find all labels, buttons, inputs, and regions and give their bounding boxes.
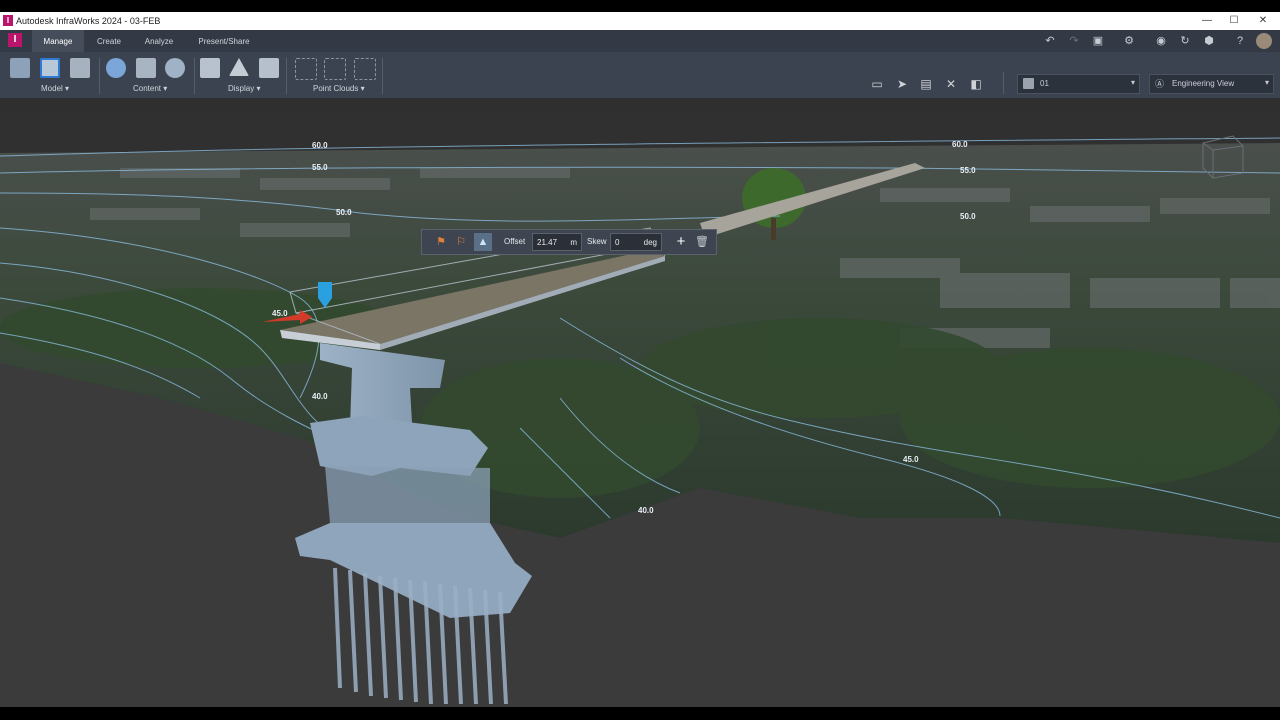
pier-edit-toolbar: ⚑ ⚐ ▲ Offset 21.47 m Skew 0 deg + 🗑 xyxy=(421,229,717,255)
title-bar: I Autodesk InfraWorks 2024 - 03-FEB — ☐ … xyxy=(0,12,1280,30)
view-mode-icon[interactable]: ▭ xyxy=(869,76,885,92)
chevron-down-icon: ▾ xyxy=(1130,78,1135,87)
contour-label: 45.0 xyxy=(272,309,288,318)
3d-viewport[interactable]: 60.0 55.0 50.0 45.0 40.0 60.0 55.0 50.0 … xyxy=(0,98,1280,707)
model-explorer-icon[interactable] xyxy=(10,58,30,78)
tab-analyze[interactable]: Analyze xyxy=(136,30,182,52)
tab-present-share[interactable]: Present/Share xyxy=(192,30,256,52)
legend-icon[interactable] xyxy=(259,58,279,78)
divider xyxy=(194,58,195,94)
letterbox-bottom xyxy=(0,707,1280,720)
skew-label: Skew xyxy=(587,237,607,246)
add-pier-button[interactable]: + xyxy=(672,233,690,251)
ribbon-panel: Model ▾ Content ▾ Display ▾ Point Clouds… xyxy=(0,52,1280,98)
proposal-dropdown-icon xyxy=(1023,78,1034,89)
contour-label: 50.0 xyxy=(336,208,352,217)
cloud-model-icon[interactable]: ⬢ xyxy=(1201,33,1217,49)
proposal-dropdown[interactable]: 01 ▾ xyxy=(1017,74,1140,94)
snap-tools-icon[interactable]: ✕ xyxy=(943,76,959,92)
contour-label: 40.0 xyxy=(638,506,654,515)
globe-icon[interactable]: ◉ xyxy=(1153,33,1169,49)
section-view-icon[interactable]: ◧ xyxy=(968,76,984,92)
divider xyxy=(1003,72,1004,94)
flip-pier-icon[interactable]: ⚐ xyxy=(452,233,470,251)
maximize-button[interactable]: ☐ xyxy=(1224,14,1244,28)
tab-create[interactable]: Create xyxy=(86,30,132,52)
delete-pier-button[interactable]: 🗑 xyxy=(693,233,711,251)
minimize-button[interactable]: — xyxy=(1197,14,1217,28)
view-dropdown[interactable]: Ⓐ Engineering View ▾ xyxy=(1149,74,1274,94)
align-pier-icon[interactable]: ⚑ xyxy=(432,233,450,251)
internet-icon[interactable] xyxy=(165,58,185,78)
group-label-point-clouds[interactable]: Point Clouds ▾ xyxy=(313,84,365,93)
group-label-content[interactable]: Content ▾ xyxy=(133,84,167,93)
user-avatar[interactable] xyxy=(1256,33,1272,49)
scene-render xyxy=(0,98,1280,707)
contour-label: 55.0 xyxy=(960,166,976,175)
help-icon[interactable]: ? xyxy=(1232,33,1248,49)
close-button[interactable]: ✕ xyxy=(1253,14,1273,28)
sync-icon[interactable]: ↻ xyxy=(1177,33,1193,49)
window-title: Autodesk InfraWorks 2024 - 03-FEB xyxy=(16,16,161,26)
ribbon-tab-bar: I Manage Create Analyze Present/Share ↶ … xyxy=(0,30,1280,52)
mirror-pier-icon[interactable]: ▲ xyxy=(474,233,492,251)
screenshot-icon[interactable]: ▣ xyxy=(1090,33,1106,49)
contour-label: 50.0 xyxy=(960,212,976,221)
skew-field[interactable]: 0 deg xyxy=(610,233,662,251)
style-palette-icon[interactable] xyxy=(70,58,90,78)
redo-icon[interactable]: ↷ xyxy=(1066,33,1082,49)
divider xyxy=(382,58,383,94)
point-cloud-icon[interactable] xyxy=(295,58,317,80)
layers-icon[interactable] xyxy=(200,58,220,78)
divider xyxy=(99,58,100,94)
infraworks-logo-icon[interactable]: I xyxy=(8,33,22,47)
data-sources-icon[interactable] xyxy=(106,58,126,78)
contour-label: 60.0 xyxy=(952,140,968,149)
letterbox-top xyxy=(0,0,1280,12)
engineering-view-icon: Ⓐ xyxy=(1155,79,1165,89)
terrain-icon[interactable] xyxy=(229,58,249,76)
group-label-model[interactable]: Model ▾ xyxy=(41,84,69,93)
tab-manage[interactable]: Manage xyxy=(32,30,84,52)
settings-gear-icon[interactable]: ⚙ xyxy=(1121,33,1137,49)
chevron-down-icon: ▾ xyxy=(1264,78,1269,87)
city-icon[interactable] xyxy=(136,58,156,78)
offset-label: Offset xyxy=(504,237,526,246)
proposal-icon[interactable] xyxy=(40,58,60,78)
select-pointer-icon[interactable]: ➤ xyxy=(894,76,910,92)
measure-icon[interactable]: ▤ xyxy=(918,76,934,92)
contour-label: 45.0 xyxy=(903,455,919,464)
app-icon: I xyxy=(3,15,13,26)
undo-icon[interactable]: ↶ xyxy=(1042,33,1058,49)
point-cloud-terrain-icon[interactable] xyxy=(324,58,346,80)
contour-label: 55.0 xyxy=(312,163,328,172)
offset-field[interactable]: 21.47 m xyxy=(532,233,582,251)
group-label-display[interactable]: Display ▾ xyxy=(228,84,260,93)
divider xyxy=(286,58,287,94)
contour-label: 60.0 xyxy=(312,141,328,150)
point-cloud-edit-icon[interactable] xyxy=(354,58,376,80)
contour-label: 40.0 xyxy=(312,392,328,401)
